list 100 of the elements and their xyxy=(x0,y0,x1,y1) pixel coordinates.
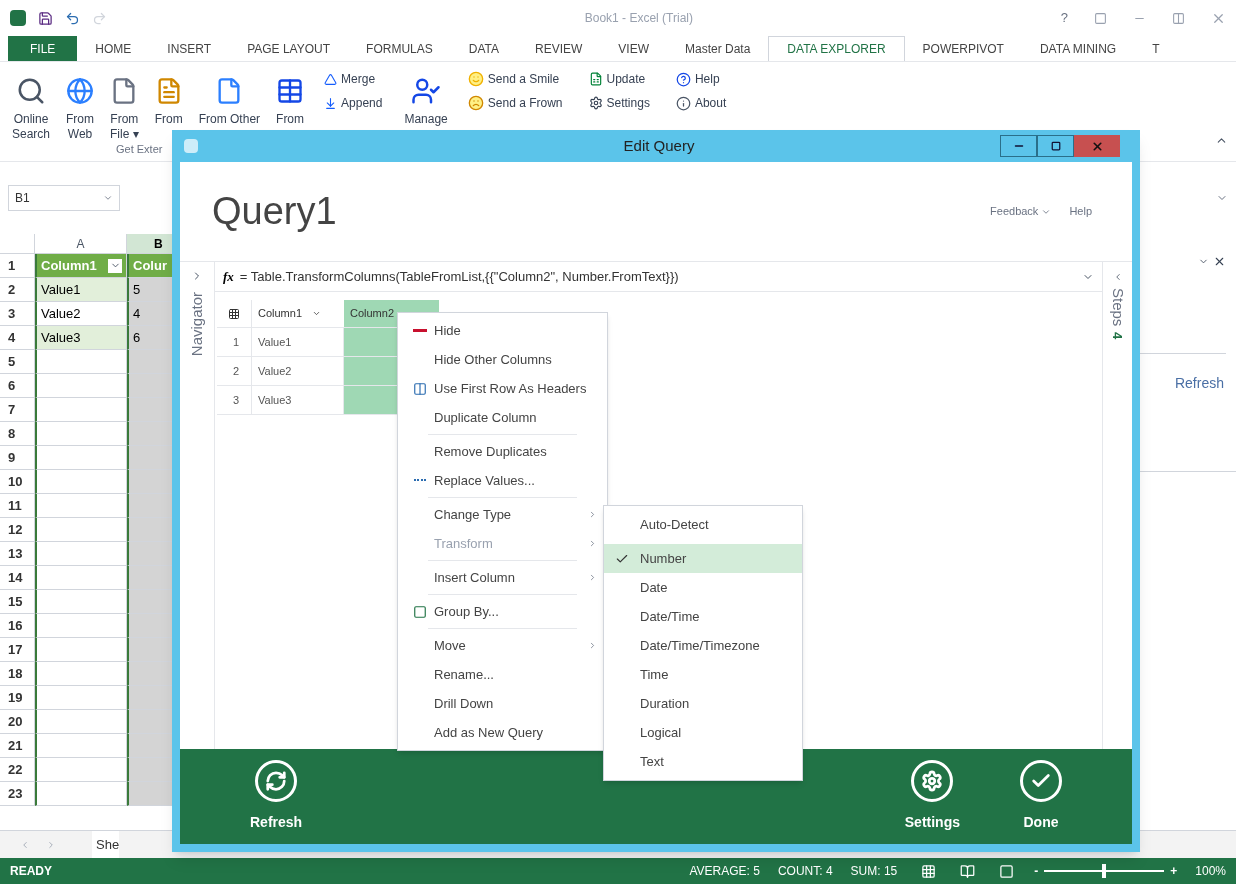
table-cell[interactable] xyxy=(35,566,127,590)
ribbon-tab[interactable]: FILE xyxy=(8,36,78,61)
status-stat: AVERAGE: 5 xyxy=(689,863,760,880)
menu-item[interactable]: Change Type xyxy=(398,500,607,529)
steps-pane[interactable]: Steps 4 xyxy=(1102,262,1132,749)
table-cell[interactable]: Value1 xyxy=(35,278,127,302)
name-box[interactable]: B1 xyxy=(8,185,120,211)
menu-item[interactable]: Date xyxy=(604,573,802,602)
ribbon-tab[interactable]: Master Data xyxy=(667,36,769,61)
ribbon-tab[interactable]: HOME xyxy=(77,36,150,61)
menu-item[interactable]: Logical xyxy=(604,718,802,747)
status-stat: SUM: 15 xyxy=(850,863,898,880)
ribbon-tab[interactable]: FORMULAS xyxy=(348,36,451,61)
table-cell[interactable] xyxy=(35,782,127,806)
table-cell[interactable] xyxy=(35,614,127,638)
filter-dropdown[interactable] xyxy=(108,258,122,273)
table-cell[interactable] xyxy=(35,758,127,782)
table-cell[interactable] xyxy=(35,686,127,710)
steps-label: Steps xyxy=(1108,288,1128,327)
zoom-out-button[interactable]: - xyxy=(1034,862,1039,880)
ribbon-button[interactable]: From xyxy=(148,70,189,127)
menu-item[interactable]: Auto-Detect xyxy=(604,510,802,539)
table-cell[interactable] xyxy=(35,710,127,734)
menu-item[interactable]: Replace Values... xyxy=(398,466,607,495)
menu-item[interactable]: Duration xyxy=(604,689,802,718)
table-cell[interactable] xyxy=(35,374,127,398)
table-cell[interactable] xyxy=(35,662,127,686)
table-cell[interactable] xyxy=(35,542,127,566)
table-cell[interactable]: Value2 xyxy=(35,302,127,326)
ribbon-tab[interactable]: INSERT xyxy=(149,36,230,61)
ribbon-button[interactable]: Online Search xyxy=(6,70,57,142)
restore-icon[interactable] xyxy=(1172,11,1185,25)
ribbon-button[interactable]: Send a Smile xyxy=(467,70,563,88)
table-cell[interactable] xyxy=(35,446,127,470)
table-cell[interactable] xyxy=(35,638,127,662)
table-cell[interactable]: Value3 xyxy=(35,326,127,350)
menu-item[interactable]: Drill Down xyxy=(398,689,607,718)
refresh-link[interactable]: Refresh xyxy=(1174,372,1224,394)
ribbon-button[interactable]: Manage xyxy=(398,70,454,127)
table-cell[interactable] xyxy=(35,470,127,494)
menu-item[interactable]: Insert Column xyxy=(398,563,607,592)
settings-icon xyxy=(921,770,944,792)
column-header[interactable]: A xyxy=(35,234,127,254)
menu-item[interactable]: Use First Row As Headers xyxy=(398,374,607,403)
menu-item[interactable]: Date/Time/Timezone xyxy=(604,631,802,660)
slider-thumb[interactable] xyxy=(1102,864,1107,878)
menu-item[interactable]: Duplicate Column xyxy=(398,403,607,432)
ribbon-button[interactable]: From File ▾ xyxy=(104,70,145,142)
ribbon-tab[interactable]: POWERPIVOT xyxy=(904,36,1022,61)
menu-item[interactable]: Remove Duplicates xyxy=(398,437,607,466)
page-layout-icon[interactable] xyxy=(960,863,976,879)
table-cell[interactable] xyxy=(35,398,127,422)
undo-icon[interactable] xyxy=(65,10,80,26)
ribbon-button[interactable]: From Web xyxy=(60,70,101,142)
page-break-icon[interactable] xyxy=(999,863,1015,879)
menu-item[interactable]: Rename... xyxy=(398,660,607,689)
table-cell[interactable] xyxy=(35,494,127,518)
ribbon-button[interactable]: Settings xyxy=(588,94,650,112)
ribbon-button[interactable]: About xyxy=(675,94,727,112)
ribbon-button[interactable]: Help xyxy=(675,70,727,88)
ribbon-button[interactable]: Append xyxy=(324,94,383,112)
ribbon-tab[interactable]: T xyxy=(1134,36,1178,61)
menu-item[interactable]: Text xyxy=(604,747,802,776)
ribbon-button[interactable]: From Other xyxy=(192,70,267,127)
ribbon-button[interactable]: Update xyxy=(588,70,650,88)
menu-item[interactable]: Hide Other Columns xyxy=(398,345,607,374)
table-menu-icon[interactable] xyxy=(228,307,240,320)
menu-item[interactable]: Group By... xyxy=(398,597,607,626)
ribbon-button[interactable]: Merge xyxy=(324,70,383,88)
normal-view-icon[interactable] xyxy=(921,863,937,879)
table-cell[interactable] xyxy=(35,518,127,542)
ribbon-display-icon[interactable] xyxy=(1094,11,1107,25)
menu-item[interactable]: Number xyxy=(604,544,802,573)
ribbon-tab[interactable]: REVIEW xyxy=(517,36,601,61)
ribbon-tab[interactable]: DATA xyxy=(450,36,517,61)
action-button[interactable]: Refresh xyxy=(250,760,303,833)
save-icon[interactable] xyxy=(38,10,53,26)
menu-item[interactable]: Time xyxy=(604,660,802,689)
header-link[interactable]: Feedback xyxy=(990,203,1052,220)
ribbon-button[interactable]: Send a Frown xyxy=(467,94,563,112)
zoom-in-button[interactable]: + xyxy=(1170,862,1178,880)
table-cell[interactable] xyxy=(35,590,127,614)
ribbon-tab[interactable]: DATA MINING xyxy=(1021,36,1135,61)
ribbon-tab[interactable]: VIEW xyxy=(600,36,667,61)
ribbon-button[interactable]: From xyxy=(270,70,311,127)
menu-item[interactable]: Add as New Query xyxy=(398,718,607,747)
maximize-button[interactable] xyxy=(1037,135,1074,157)
caret-icon xyxy=(312,309,322,318)
table-cell[interactable] xyxy=(35,422,127,446)
table-cell[interactable] xyxy=(35,350,127,374)
sheet-tab[interactable]: She xyxy=(92,831,120,858)
navigator-pane[interactable]: Navigator xyxy=(180,262,215,749)
help-button[interactable]: ? xyxy=(1060,8,1068,28)
ribbon-tab[interactable]: PAGE LAYOUT xyxy=(229,36,349,61)
table-cell[interactable] xyxy=(35,734,127,758)
menu-item[interactable]: Move xyxy=(398,631,607,660)
ribbon-tab[interactable]: DATA EXPLORER xyxy=(768,36,905,61)
action-button[interactable]: Settings xyxy=(904,760,960,833)
menu-item[interactable]: Date/Time xyxy=(604,602,802,631)
header-link[interactable]: Help xyxy=(1069,203,1092,220)
